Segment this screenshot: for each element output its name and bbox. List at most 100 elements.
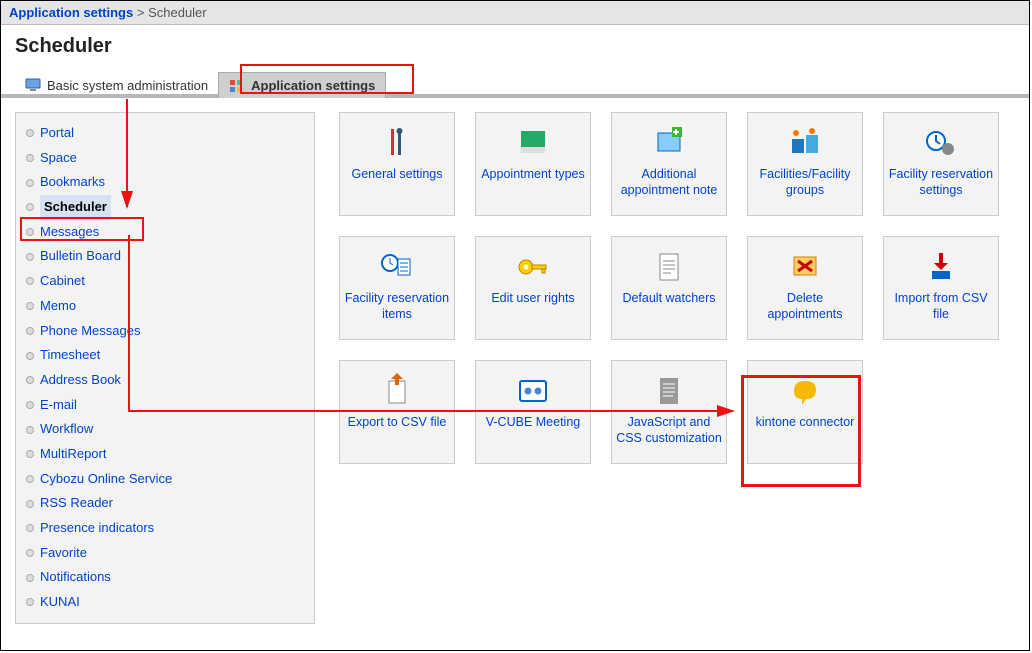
sidebar-item-label: Bookmarks [40,170,105,195]
tile-appointment-types[interactable]: Appointment types [475,112,591,216]
tile-edit-user-rights[interactable]: Edit user rights [475,236,591,340]
sidebar-item-notifications[interactable]: Notifications [16,565,314,590]
bullet-icon [26,154,34,162]
sidebar-item-label: Address Book [40,368,121,393]
clock-list-icon [378,247,416,287]
sidebar-item-bookmarks[interactable]: Bookmarks [16,170,314,195]
bullet-icon [26,228,34,236]
tile-facilities-groups[interactable]: Facilities/Facility groups [747,112,863,216]
sidebar-item-label: Timesheet [40,343,100,368]
tools-icon [378,123,416,163]
facility-groups-icon [786,123,824,163]
vcube-icon [514,371,552,411]
bullet-icon [26,549,34,557]
kintone-icon [786,371,824,411]
tab-label: Application settings [251,78,375,93]
sidebar-item-phone-messages[interactable]: Phone Messages [16,319,314,344]
sidebar-item-bulletin-board[interactable]: Bulletin Board [16,244,314,269]
bullet-icon [26,352,34,360]
tile-label: Facilities/Facility groups [752,167,858,198]
tile-label: Default watchers [622,291,715,307]
bullet-icon [26,426,34,434]
sidebar-item-memo[interactable]: Memo [16,294,314,319]
tile-additional-appointment-note[interactable]: Additional appointment note [611,112,727,216]
bullet-icon [26,574,34,582]
tile-delete-appointments[interactable]: Delete appointments [747,236,863,340]
bullet-icon [26,450,34,458]
tile-label: Additional appointment note [616,167,722,198]
bullet-icon [26,327,34,335]
bullet-icon [26,376,34,384]
sidebar-item-rss-reader[interactable]: RSS Reader [16,491,314,516]
tile-label: General settings [351,167,442,183]
tile-facility-reservation-items[interactable]: Facility reservation items [339,236,455,340]
sidebar-item-presence-indicators[interactable]: Presence indicators [16,516,314,541]
code-doc-icon [650,371,688,411]
sidebar-item-label: Notifications [40,565,111,590]
tab-application-settings[interactable]: Application settings [218,72,386,98]
clock-gear-icon [922,123,960,163]
sidebar-item-label: MultiReport [40,442,106,467]
bullet-icon [26,598,34,606]
sidebar: PortalSpaceBookmarksSchedulerMessagesBul… [15,112,315,624]
sidebar-item-multireport[interactable]: MultiReport [16,442,314,467]
tile-kintone-connector[interactable]: kintone connector [747,360,863,464]
tile-label: Facility reservation settings [888,167,994,198]
delete-icon [786,247,824,287]
bullet-icon [26,277,34,285]
sidebar-item-label: Presence indicators [40,516,154,541]
bullet-icon [26,401,34,409]
tile-label: kintone connector [756,415,855,431]
bullet-icon [26,302,34,310]
sidebar-item-e-mail[interactable]: E-mail [16,393,314,418]
export-icon [378,371,416,411]
bullet-icon [26,524,34,532]
sidebar-item-timesheet[interactable]: Timesheet [16,343,314,368]
sidebar-item-messages[interactable]: Messages [16,220,314,245]
sidebar-item-label: Scheduler [40,195,111,220]
breadcrumb-current: Scheduler [148,5,207,20]
tab-label: Basic system administration [47,78,208,93]
monitor-icon [25,78,41,92]
sidebar-item-address-book[interactable]: Address Book [16,368,314,393]
sidebar-item-portal[interactable]: Portal [16,121,314,146]
sidebar-item-space[interactable]: Space [16,146,314,171]
breadcrumb-parent[interactable]: Application settings [9,5,133,20]
import-icon [922,247,960,287]
sidebar-item-label: E-mail [40,393,77,418]
tile-label: Delete appointments [752,291,858,322]
sidebar-item-kunai[interactable]: KUNAI [16,590,314,615]
sidebar-item-label: Phone Messages [40,319,140,344]
bullet-icon [26,203,34,211]
sidebar-item-cybozu-online-service[interactable]: Cybozu Online Service [16,467,314,492]
tab-bar: Basic system administration Application … [1,68,1029,98]
page-title: Scheduler [1,25,1029,64]
tile-vcube-meeting[interactable]: V-CUBE Meeting [475,360,591,464]
bullet-icon [26,475,34,483]
tile-facility-reservation-settings[interactable]: Facility reservation settings [883,112,999,216]
tile-export-csv[interactable]: Export to CSV file [339,360,455,464]
sidebar-item-scheduler[interactable]: Scheduler [16,195,314,220]
bullet-icon [26,253,34,261]
note-plus-icon [650,123,688,163]
sidebar-item-cabinet[interactable]: Cabinet [16,269,314,294]
tile-import-csv[interactable]: Import from CSV file [883,236,999,340]
breadcrumb: Application settings > Scheduler [1,1,1029,25]
tile-default-watchers[interactable]: Default watchers [611,236,727,340]
tile-general-settings[interactable]: General settings [339,112,455,216]
tile-label: Facility reservation items [344,291,450,322]
sidebar-item-label: Messages [40,220,99,245]
tab-basic-system-administration[interactable]: Basic system administration [15,72,218,98]
settings-grid: General settings Appointment types Additio… [315,112,1015,464]
sidebar-item-label: Cybozu Online Service [40,467,172,492]
sidebar-item-workflow[interactable]: Workflow [16,417,314,442]
sidebar-item-label: KUNAI [40,590,80,615]
sidebar-item-label: Memo [40,294,76,319]
tile-js-css-customization[interactable]: JavaScript and CSS customization [611,360,727,464]
bullet-icon [26,500,34,508]
tile-label: Appointment types [481,167,585,183]
sidebar-item-favorite[interactable]: Favorite [16,541,314,566]
sidebar-item-label: RSS Reader [40,491,113,516]
sidebar-item-label: Bulletin Board [40,244,121,269]
sidebar-item-label: Favorite [40,541,87,566]
